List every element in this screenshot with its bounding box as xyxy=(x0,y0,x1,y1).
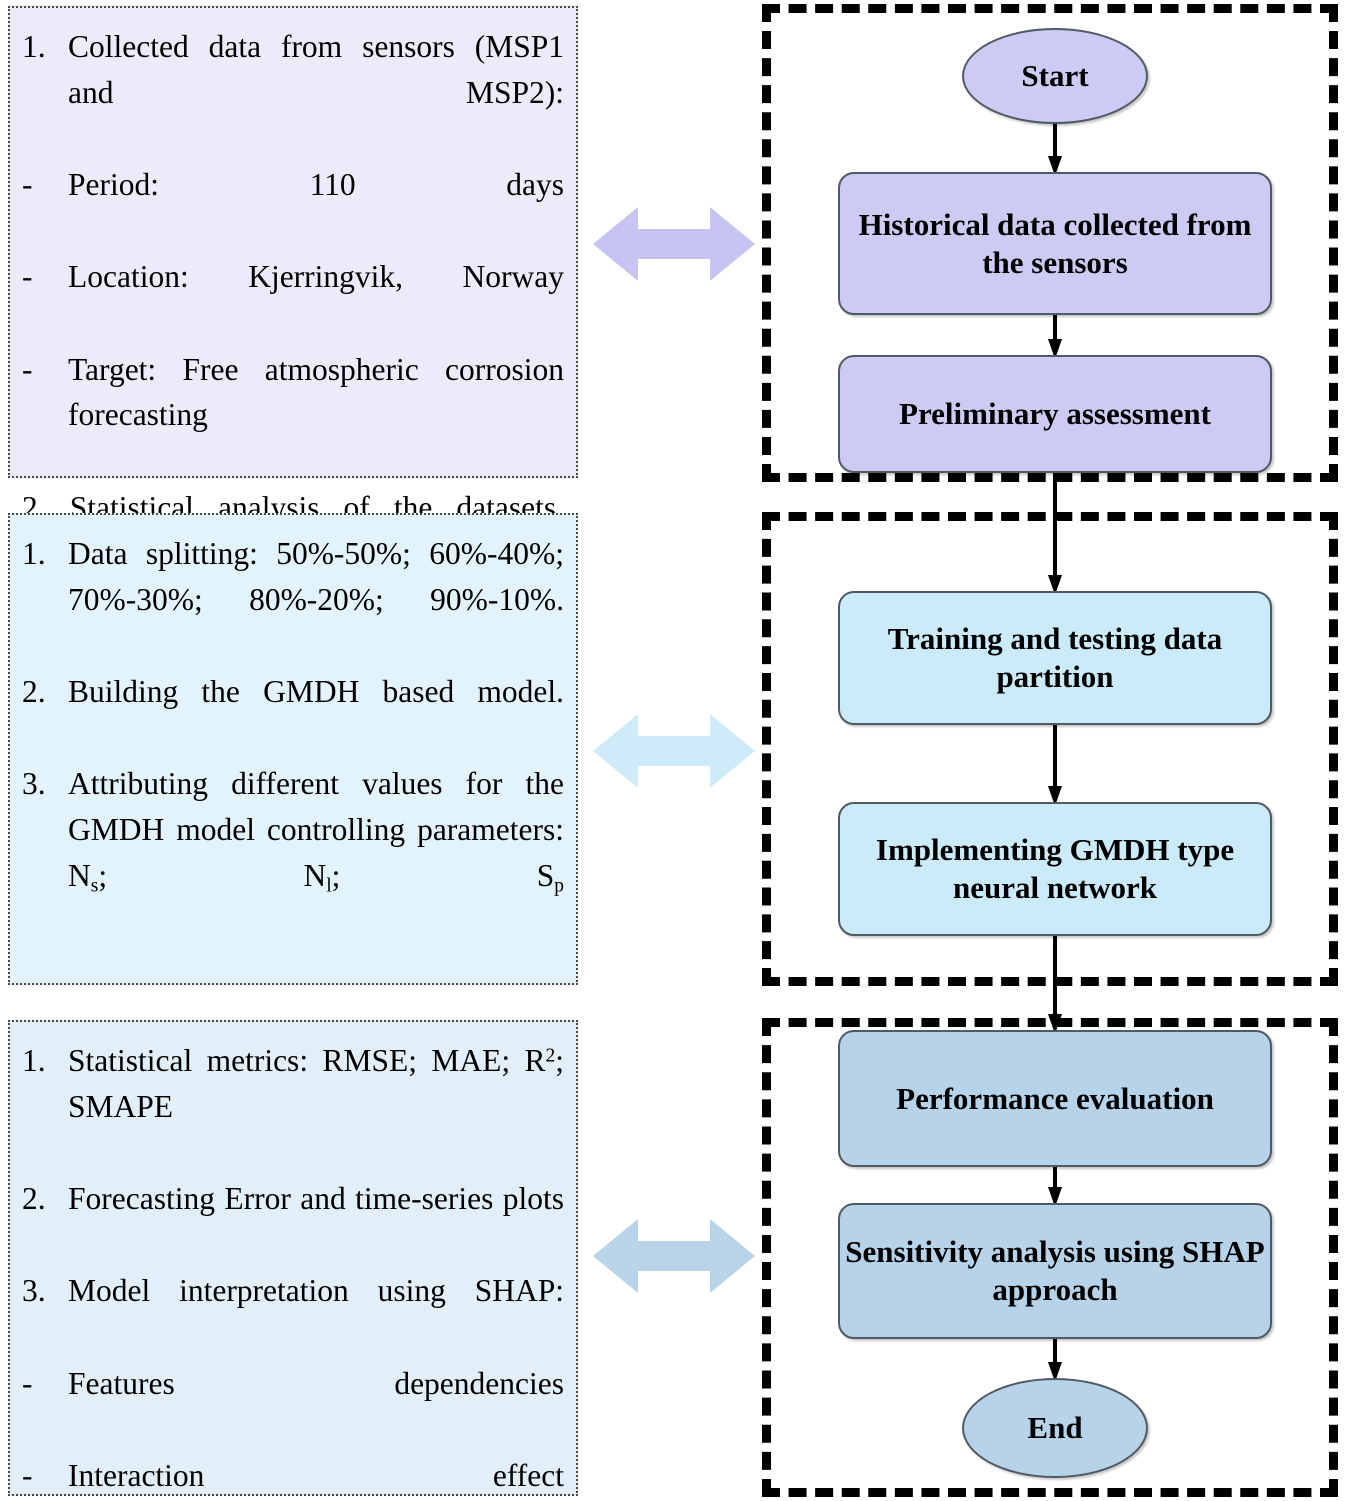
node-end[interactable]: End xyxy=(962,1378,1148,1478)
list-marker: - xyxy=(22,259,33,295)
list-marker: 3. xyxy=(22,1273,46,1309)
subscript-l: l xyxy=(326,875,332,897)
list-marker: 3. xyxy=(22,766,46,802)
data-collection-text-panel: 1. Collected data from sensors (MSP1 and… xyxy=(8,6,578,525)
list-text: Statistical metrics: RMSE; MAE; R2; SMAP… xyxy=(68,1043,564,1124)
node-historical-data[interactable]: Historical data collected from the senso… xyxy=(838,172,1272,315)
list-text: Location: Kjerringvik, Norway xyxy=(68,259,564,295)
list-marker: 1. xyxy=(22,536,46,571)
double-arrow-icon-modeling xyxy=(593,708,755,794)
list-text: Forecasting Error and time-series plots xyxy=(68,1181,564,1217)
node-training-testing-partition[interactable]: Training and testing data partition xyxy=(838,591,1272,725)
double-arrow-icon-data-collection xyxy=(593,201,755,287)
list-text: Features dependencies xyxy=(68,1365,564,1401)
list-marker: 1. xyxy=(22,1043,46,1078)
arrow-historical-data-to-preliminary xyxy=(1048,313,1062,359)
list-item: 2. Building the GMDH based model. xyxy=(22,669,564,760)
list-marker: - xyxy=(22,1458,33,1494)
arrow-partition-to-gmdh xyxy=(1048,723,1062,806)
list-item: - Target: Free atmospheric corrosion for… xyxy=(22,347,564,484)
list-item: - Period: 110 days xyxy=(22,162,564,253)
node-start[interactable]: Start xyxy=(962,28,1148,124)
list-marker: 2. xyxy=(22,674,46,710)
list-marker: - xyxy=(22,1365,33,1401)
list-item: - Features dependencies xyxy=(22,1361,564,1452)
list-text: Model interpretation using SHAP: xyxy=(68,1273,564,1309)
double-arrow-icon-evaluation xyxy=(593,1213,755,1299)
node-sensitivity-analysis[interactable]: Sensitivity analysis using SHAP approach xyxy=(838,1203,1272,1339)
list-item: 1. Data splitting: 50%-50%; 60%-40%; 70%… xyxy=(22,531,564,668)
list-marker: - xyxy=(22,167,33,203)
list-marker: - xyxy=(22,351,33,387)
node-preliminary-assessment[interactable]: Preliminary assessment xyxy=(838,355,1272,473)
arrow-gmdh-to-performance xyxy=(1048,934,1062,1034)
list-text: Building the GMDH based model. xyxy=(68,674,564,710)
arrow-preliminary-to-partition xyxy=(1048,471,1062,595)
list-item: 2. Forecasting Error and time-series plo… xyxy=(22,1176,564,1267)
list-marker: 1. xyxy=(22,29,46,64)
arrow-sensitivity-to-end xyxy=(1048,1337,1062,1382)
evaluation-text-panel: 1. Statistical metrics: RMSE; MAE; R2; S… xyxy=(8,1020,578,1496)
list-item: - Location: Kjerringvik, Norway xyxy=(22,254,564,345)
list-marker: 2. xyxy=(22,1181,46,1217)
list-text: Attributing different values for the GMD… xyxy=(68,766,564,897)
list-item: 1. Collected data from sensors (MSP1 and… xyxy=(22,24,564,161)
list-text: Target: Free atmospheric corrosion forec… xyxy=(68,351,564,433)
flowchart-figure: 1. Collected data from sensors (MSP1 and… xyxy=(0,0,1350,1501)
list-item: - Interaction effect xyxy=(22,1453,564,1501)
subscript-p: p xyxy=(554,875,564,897)
list-item: 3. Model interpretation using SHAP: xyxy=(22,1268,564,1359)
subscript-s: s xyxy=(90,875,99,897)
list-item: 1. Statistical metrics: RMSE; MAE; R2; S… xyxy=(22,1038,564,1175)
modeling-text-panel: 1. Data splitting: 50%-50%; 60%-40%; 70%… xyxy=(8,513,578,985)
node-performance-evaluation[interactable]: Performance evaluation xyxy=(838,1030,1272,1167)
list-item: 3. Attributing different values for the … xyxy=(22,761,564,946)
superscript-2: 2 xyxy=(545,1045,556,1067)
list-text: Period: 110 days xyxy=(68,167,564,203)
list-text: Collected data from sensors (MSP1 and MS… xyxy=(68,29,564,110)
arrow-performance-to-sensitivity xyxy=(1048,1165,1062,1207)
list-text: Interaction effect xyxy=(68,1458,564,1494)
list-text: Data splitting: 50%-50%; 60%-40%; 70%-30… xyxy=(68,536,564,617)
node-implementing-gmdh[interactable]: Implementing GMDH type neural network xyxy=(838,802,1272,936)
arrow-start-to-historical-data xyxy=(1048,122,1062,176)
